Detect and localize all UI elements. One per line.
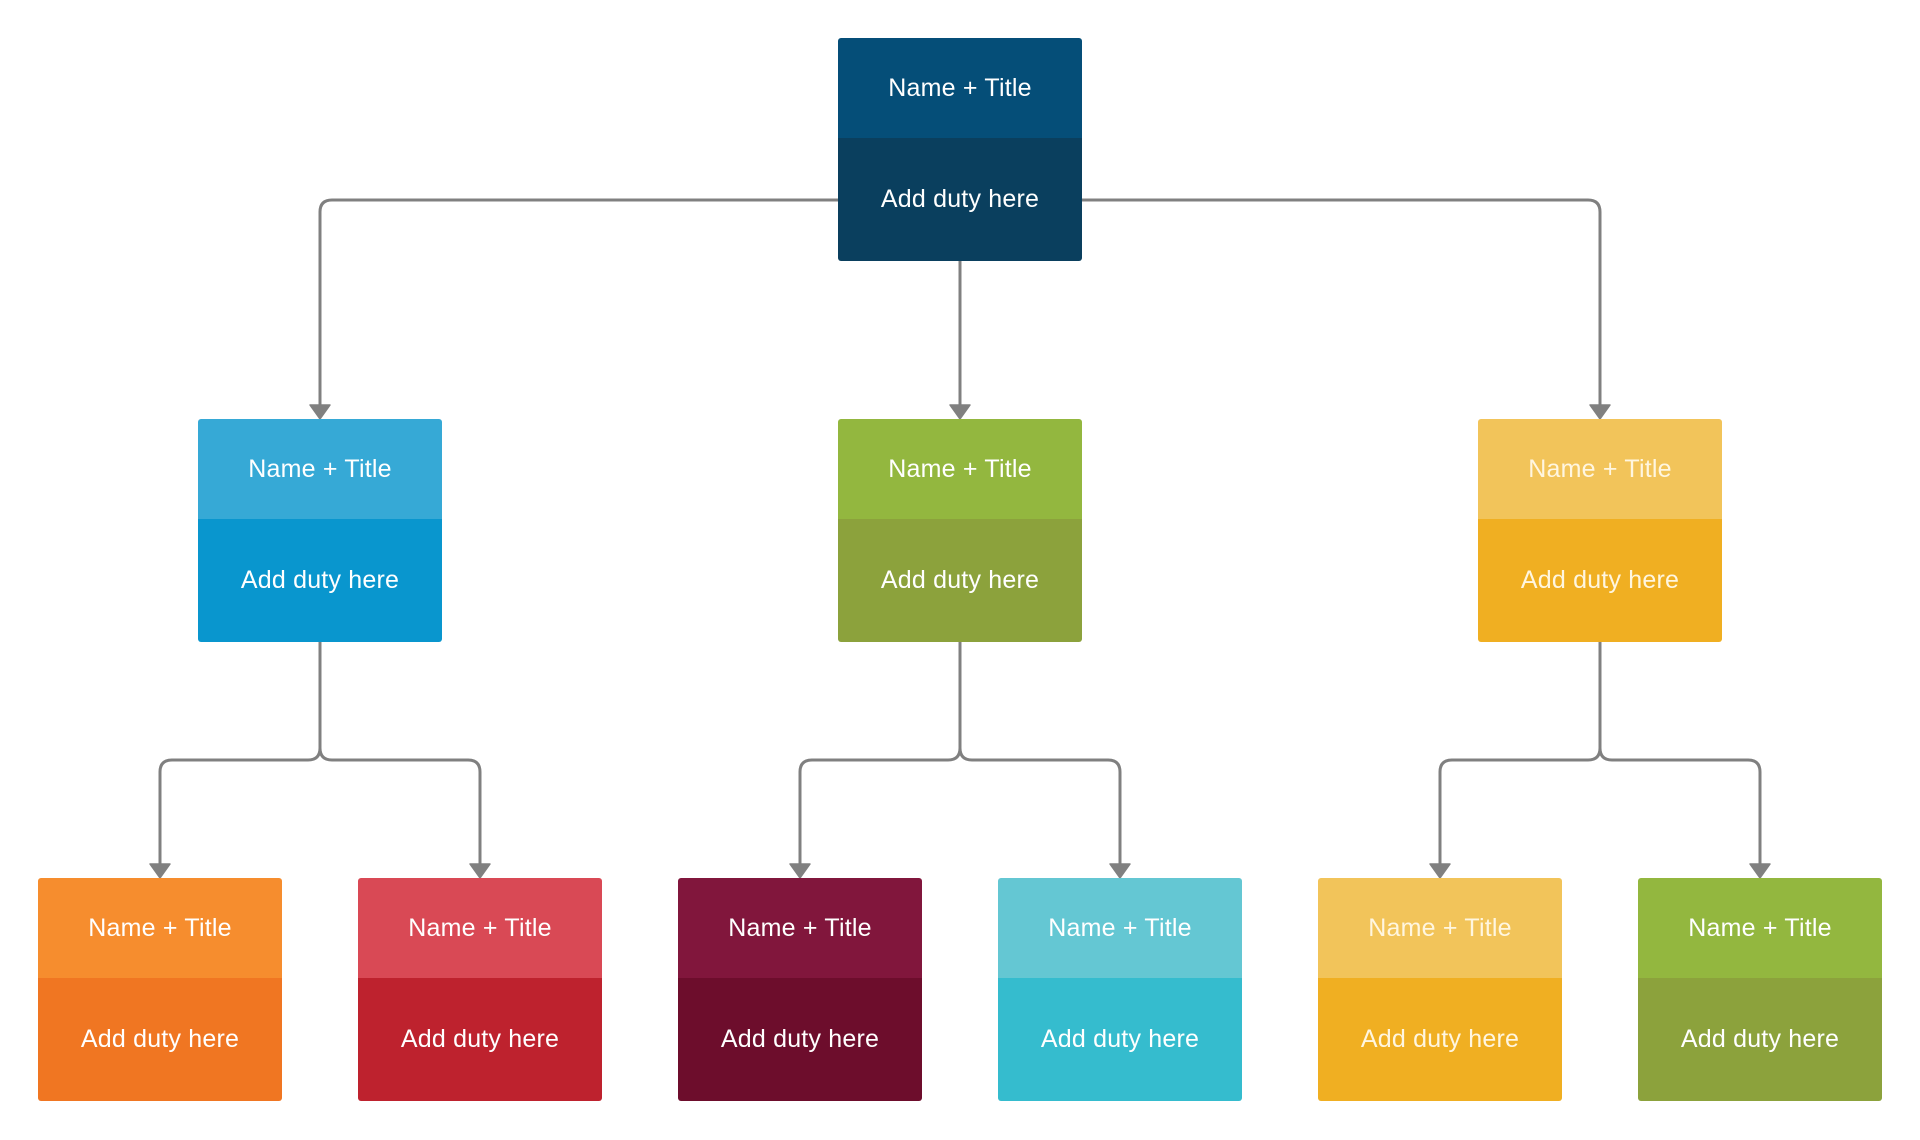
connector-line — [1438, 640, 1602, 868]
node-name-title[interactable]: Name + Title — [838, 419, 1082, 519]
node-name-title[interactable]: Name + Title — [358, 878, 602, 978]
node-duty[interactable]: Add duty here — [998, 978, 1242, 1101]
node-duty[interactable]: Add duty here — [838, 138, 1082, 261]
node-name-title[interactable]: Name + Title — [198, 419, 442, 519]
org-node-level3-5[interactable]: Name + Title Add duty here — [1318, 878, 1562, 1101]
connector-line — [1598, 640, 1762, 868]
connector-line — [318, 640, 482, 868]
org-node-level2-right[interactable]: Name + Title Add duty here — [1478, 419, 1722, 642]
node-name-title[interactable]: Name + Title — [838, 38, 1082, 138]
node-duty[interactable]: Add duty here — [1638, 978, 1882, 1101]
node-name-title[interactable]: Name + Title — [1478, 419, 1722, 519]
node-duty[interactable]: Add duty here — [1478, 519, 1722, 642]
org-chart-canvas: Name + Title Add duty here Name + Title … — [0, 0, 1920, 1140]
node-duty[interactable]: Add duty here — [198, 519, 442, 642]
arrowhead-icon — [789, 863, 811, 879]
node-name-title[interactable]: Name + Title — [38, 878, 282, 978]
arrowhead-icon — [1749, 863, 1771, 879]
arrowhead-icon — [949, 404, 971, 420]
org-node-root[interactable]: Name + Title Add duty here — [838, 38, 1082, 261]
org-node-level3-4[interactable]: Name + Title Add duty here — [998, 878, 1242, 1101]
node-name-title[interactable]: Name + Title — [678, 878, 922, 978]
arrowhead-icon — [149, 863, 171, 879]
node-duty[interactable]: Add duty here — [678, 978, 922, 1101]
org-node-level3-6[interactable]: Name + Title Add duty here — [1638, 878, 1882, 1101]
org-node-level2-center[interactable]: Name + Title Add duty here — [838, 419, 1082, 642]
connector-line — [158, 640, 322, 868]
org-node-level2-left[interactable]: Name + Title Add duty here — [198, 419, 442, 642]
connector-line — [318, 198, 840, 409]
node-name-title[interactable]: Name + Title — [1318, 878, 1562, 978]
org-node-level3-2[interactable]: Name + Title Add duty here — [358, 878, 602, 1101]
node-name-title[interactable]: Name + Title — [1638, 878, 1882, 978]
node-duty[interactable]: Add duty here — [1318, 978, 1562, 1101]
node-duty[interactable]: Add duty here — [838, 519, 1082, 642]
node-name-title[interactable]: Name + Title — [998, 878, 1242, 978]
arrowhead-icon — [1429, 863, 1451, 879]
org-node-level3-3[interactable]: Name + Title Add duty here — [678, 878, 922, 1101]
node-duty[interactable]: Add duty here — [358, 978, 602, 1101]
arrowhead-icon — [309, 404, 331, 420]
node-duty[interactable]: Add duty here — [38, 978, 282, 1101]
connector-line — [1080, 198, 1602, 409]
arrowhead-icon — [1109, 863, 1131, 879]
arrowhead-icon — [469, 863, 491, 879]
connector-line — [798, 640, 962, 868]
arrowhead-icon — [1589, 404, 1611, 420]
org-node-level3-1[interactable]: Name + Title Add duty here — [38, 878, 282, 1101]
connector-line — [958, 640, 1122, 868]
